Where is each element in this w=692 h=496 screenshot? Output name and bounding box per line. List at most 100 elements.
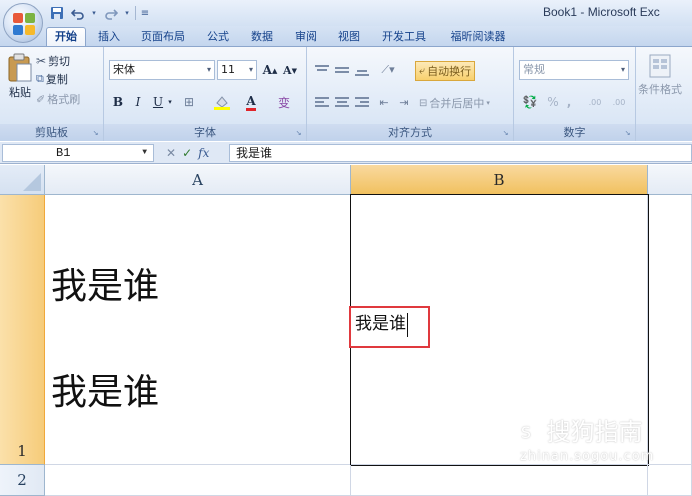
cell-a1-line-2: 我是谁 <box>51 372 160 413</box>
name-box-value: B1 <box>56 146 71 160</box>
dialog-launcher-icon[interactable]: ↘ <box>91 129 100 138</box>
chevron-down-icon: ▾ <box>486 99 490 107</box>
wrap-text-button[interactable]: ⤶ 自动换行 <box>415 61 476 81</box>
font-size-value: 11 <box>221 63 235 76</box>
copy-button[interactable]: ⧉ 复制 <box>36 71 68 87</box>
chevron-down-icon[interactable]: ▾ <box>90 5 98 22</box>
customize-icon[interactable]: ≡ <box>140 5 150 22</box>
row-header-2[interactable]: 2 <box>0 465 45 496</box>
bold-button[interactable]: B <box>110 92 126 112</box>
paste-button[interactable]: 粘贴 <box>4 53 36 100</box>
italic-button[interactable]: I <box>130 92 146 112</box>
font-size-select[interactable]: 11 ▾ <box>217 60 257 80</box>
font-name-value: 宋体 <box>113 63 135 76</box>
formula-buttons: ✕ ✓ fx <box>166 145 209 161</box>
dialog-launcher-icon[interactable]: ↘ <box>501 129 510 138</box>
undo-icon[interactable] <box>69 5 86 22</box>
decrease-decimal-button[interactable]: .00 <box>608 92 630 112</box>
formula-input[interactable]: 我是谁 <box>229 144 692 162</box>
cell-c2[interactable] <box>648 465 692 496</box>
font-group: 宋体 ▾ 11 ▾ A ▲ A ▼ B I U ▾ ⊞ A 变 字体 ↘ <box>104 47 307 141</box>
tab-formulas[interactable]: 公式 <box>200 28 236 46</box>
cell-a2[interactable] <box>45 465 351 496</box>
alignment-group: ⟋▾ ⤶ 自动换行 ⇤ ⇥ ⊟ 合并后居中 ▾ 对齐方式 ↘ <box>307 47 514 141</box>
orientation-icon[interactable]: ⟋▾ <box>377 60 399 80</box>
office-logo-icon <box>13 13 35 35</box>
name-box[interactable]: B1 ▼ <box>2 144 154 162</box>
font-name-select[interactable]: 宋体 ▾ <box>109 60 215 80</box>
cell-edit-box[interactable]: 我是谁 <box>349 306 430 348</box>
brush-icon: ✐ <box>36 92 46 106</box>
select-all-triangle <box>23 173 41 191</box>
increase-decimal-button[interactable]: .00 <box>584 92 606 112</box>
dialog-launcher-icon[interactable]: ↘ <box>623 129 632 138</box>
fill-color-icon[interactable] <box>212 92 232 112</box>
tab-insert[interactable]: 插入 <box>91 28 127 46</box>
title-bar: ▾ ▾ ≡ Book1 - Microsoft Exc <box>0 0 692 26</box>
window-title: Book1 - Microsoft Exc <box>543 5 660 19</box>
styles-group-label <box>636 124 692 141</box>
office-button[interactable] <box>3 3 43 43</box>
align-center-icon[interactable] <box>333 92 351 112</box>
redo-icon[interactable] <box>102 5 119 22</box>
tab-foxit-reader[interactable]: 福昕阅读器 <box>442 28 514 46</box>
tab-view[interactable]: 视图 <box>331 28 367 46</box>
row-header-1[interactable]: 1 <box>0 195 45 465</box>
format-painter-button[interactable]: ✐ 格式刷 <box>36 91 80 107</box>
increase-indent-icon[interactable]: ⇥ <box>395 92 413 112</box>
decrease-font-size-button[interactable]: A ▼ <box>281 60 299 80</box>
tab-developer[interactable]: 开发工具 <box>374 28 434 46</box>
clipboard-group-label: 剪贴板 <box>0 124 103 141</box>
align-middle-icon[interactable] <box>333 60 351 80</box>
align-left-icon[interactable] <box>313 92 331 112</box>
font-color-glyph: A <box>246 94 256 111</box>
font-color-button[interactable]: A <box>242 92 260 112</box>
tab-data[interactable]: 数据 <box>244 28 280 46</box>
copy-icon: ⧉ <box>36 72 44 85</box>
quick-access-toolbar: ▾ ▾ ≡ <box>48 3 150 23</box>
phonetic-glyph: 变 <box>277 95 290 110</box>
align-bottom-icon[interactable] <box>353 60 371 80</box>
chevron-down-icon[interactable]: ▾ <box>166 92 174 112</box>
column-header-b[interactable]: B <box>351 165 648 195</box>
accounting-format-icon[interactable]: 💱 <box>519 92 541 112</box>
decrease-font-glyph: A <box>283 63 292 77</box>
paste-label: 粘贴 <box>9 86 31 99</box>
chevron-down-icon: ▼ <box>142 148 147 157</box>
conditional-format-icon <box>649 54 671 78</box>
align-right-icon[interactable] <box>353 92 371 112</box>
dialog-launcher-icon[interactable]: ↘ <box>294 129 303 138</box>
chevron-down-icon[interactable]: ▾ <box>123 5 131 22</box>
conditional-format-button[interactable]: 条件格式 <box>638 53 682 97</box>
phonetic-guide-button[interactable]: 变 <box>274 92 294 112</box>
cell-a1[interactable]: 我是谁 我是谁 <box>45 195 351 465</box>
tab-page-layout[interactable]: 页面布局 <box>133 28 193 46</box>
merge-center-button[interactable]: ⊟ 合并后居中 ▾ <box>419 95 490 111</box>
comma-button[interactable]: , <box>564 92 574 112</box>
select-all-button[interactable] <box>0 165 45 195</box>
borders-icon[interactable]: ⊞ <box>178 92 200 112</box>
tab-home[interactable]: 开始 <box>46 27 86 47</box>
decrease-indent-icon[interactable]: ⇤ <box>375 92 393 112</box>
cell-c1[interactable] <box>648 195 692 465</box>
underline-button[interactable]: U <box>150 92 166 112</box>
merge-cells-icon: ⊟ <box>419 97 428 109</box>
column-header-c[interactable] <box>648 165 692 195</box>
watermark-text: S 搜狗指南 <box>513 412 643 447</box>
tab-review[interactable]: 审阅 <box>288 28 324 46</box>
number-format-select[interactable]: 常规 ▾ <box>519 60 629 80</box>
align-top-icon[interactable] <box>313 60 331 80</box>
increase-font-size-button[interactable]: A ▲ <box>261 60 279 80</box>
percent-button[interactable]: % <box>546 92 560 112</box>
wrap-text-icon: ⤶ <box>419 64 426 77</box>
save-icon[interactable] <box>48 5 65 22</box>
insert-function-button[interactable]: fx <box>198 146 209 160</box>
cut-button[interactable]: ✂ 剪切 <box>36 53 70 69</box>
cancel-icon[interactable]: ✕ <box>166 146 176 160</box>
cell-b2[interactable] <box>351 465 648 496</box>
column-header-a[interactable]: A <box>45 165 351 195</box>
sogou-logo-icon: S <box>513 420 539 446</box>
cut-label: 剪切 <box>48 55 71 68</box>
enter-icon[interactable]: ✓ <box>182 146 192 160</box>
font-group-label: 字体 <box>104 124 306 141</box>
